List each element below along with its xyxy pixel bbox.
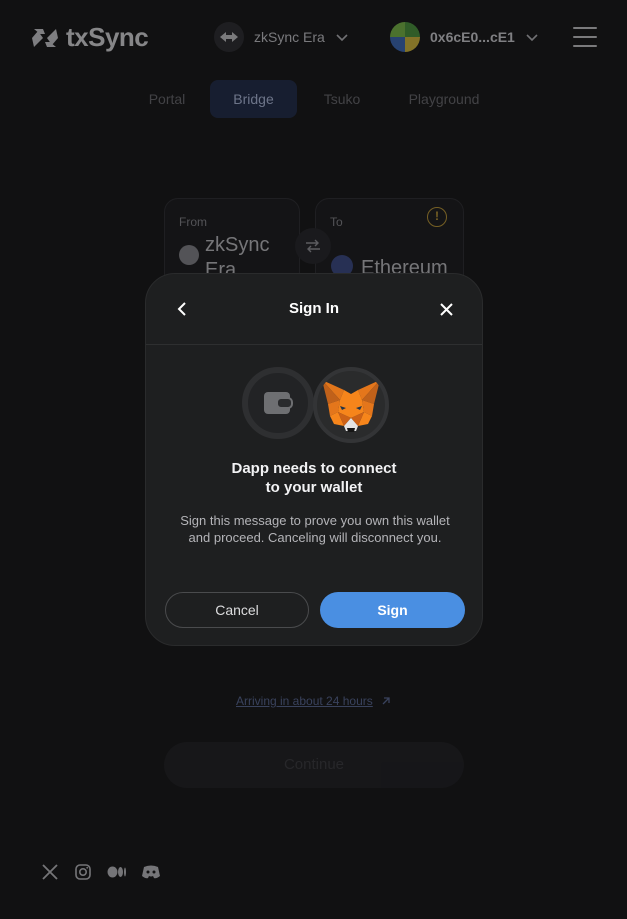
zksync-icon [214, 22, 244, 52]
zksync-icon [179, 245, 199, 265]
tab-bridge[interactable]: Bridge [210, 80, 297, 118]
swap-icon [306, 239, 320, 253]
medium-icon[interactable] [107, 862, 127, 882]
chevron-down-icon [526, 34, 538, 42]
network-selector[interactable]: zkSync Era [214, 22, 349, 52]
to-label: To [330, 215, 343, 229]
hamburger-menu-icon[interactable] [573, 27, 597, 47]
chevron-down-icon [336, 34, 348, 42]
external-link-icon [382, 697, 390, 705]
modal-title: Sign In [289, 300, 339, 317]
page: txSync zkSync Era 0x6cE0...cE1 Portal Br… [0, 0, 627, 919]
network-name: zkSync Era [254, 29, 325, 45]
modal-description: Sign this message to prove you own this … [180, 513, 450, 545]
arrival-text: Arriving in about 24 hours [236, 694, 373, 708]
warning-icon[interactable]: ! [427, 207, 447, 227]
cancel-button[interactable]: Cancel [165, 592, 309, 628]
header: txSync zkSync Era 0x6cE0...cE1 [0, 0, 627, 74]
tab-portal[interactable]: Portal [140, 80, 194, 118]
wallet-icon-badge [242, 367, 314, 439]
modal-heading-line2: to your wallet [265, 479, 363, 496]
logo[interactable]: txSync [30, 22, 149, 53]
account-selector[interactable]: 0x6cE0...cE1 [390, 22, 539, 52]
instagram-icon[interactable] [73, 862, 93, 882]
nav-tabs: Portal Bridge Tsuko Playground [0, 80, 627, 118]
account-address: 0x6cE0...cE1 [430, 29, 515, 45]
arrival-link[interactable]: Arriving in about 24 hours [236, 694, 391, 708]
sign-button[interactable]: Sign [320, 592, 465, 628]
continue-button[interactable]: Continue [164, 742, 464, 788]
modal-heading-line1: Dapp needs to connect [231, 460, 397, 477]
metamask-icon-badge [313, 367, 389, 443]
close-icon [439, 302, 453, 316]
sign-in-modal: Sign In Dapp needs to connect to your wa… [145, 273, 483, 646]
avatar [390, 22, 420, 52]
x-icon[interactable] [40, 862, 60, 882]
tab-tsuko[interactable]: Tsuko [318, 80, 366, 118]
close-button[interactable] [438, 301, 454, 317]
discord-icon[interactable] [141, 862, 161, 882]
wallet-icon [264, 392, 293, 414]
metamask-fox-icon [322, 380, 380, 432]
modal-header: Sign In [146, 274, 482, 345]
logo-text: txSync [66, 22, 149, 52]
logo-icon [32, 28, 58, 47]
swap-direction-button[interactable] [295, 228, 331, 264]
modal-heading: Dapp needs to connect to your wallet [146, 459, 482, 497]
from-label: From [179, 215, 207, 229]
tab-playground[interactable]: Playground [402, 80, 486, 118]
